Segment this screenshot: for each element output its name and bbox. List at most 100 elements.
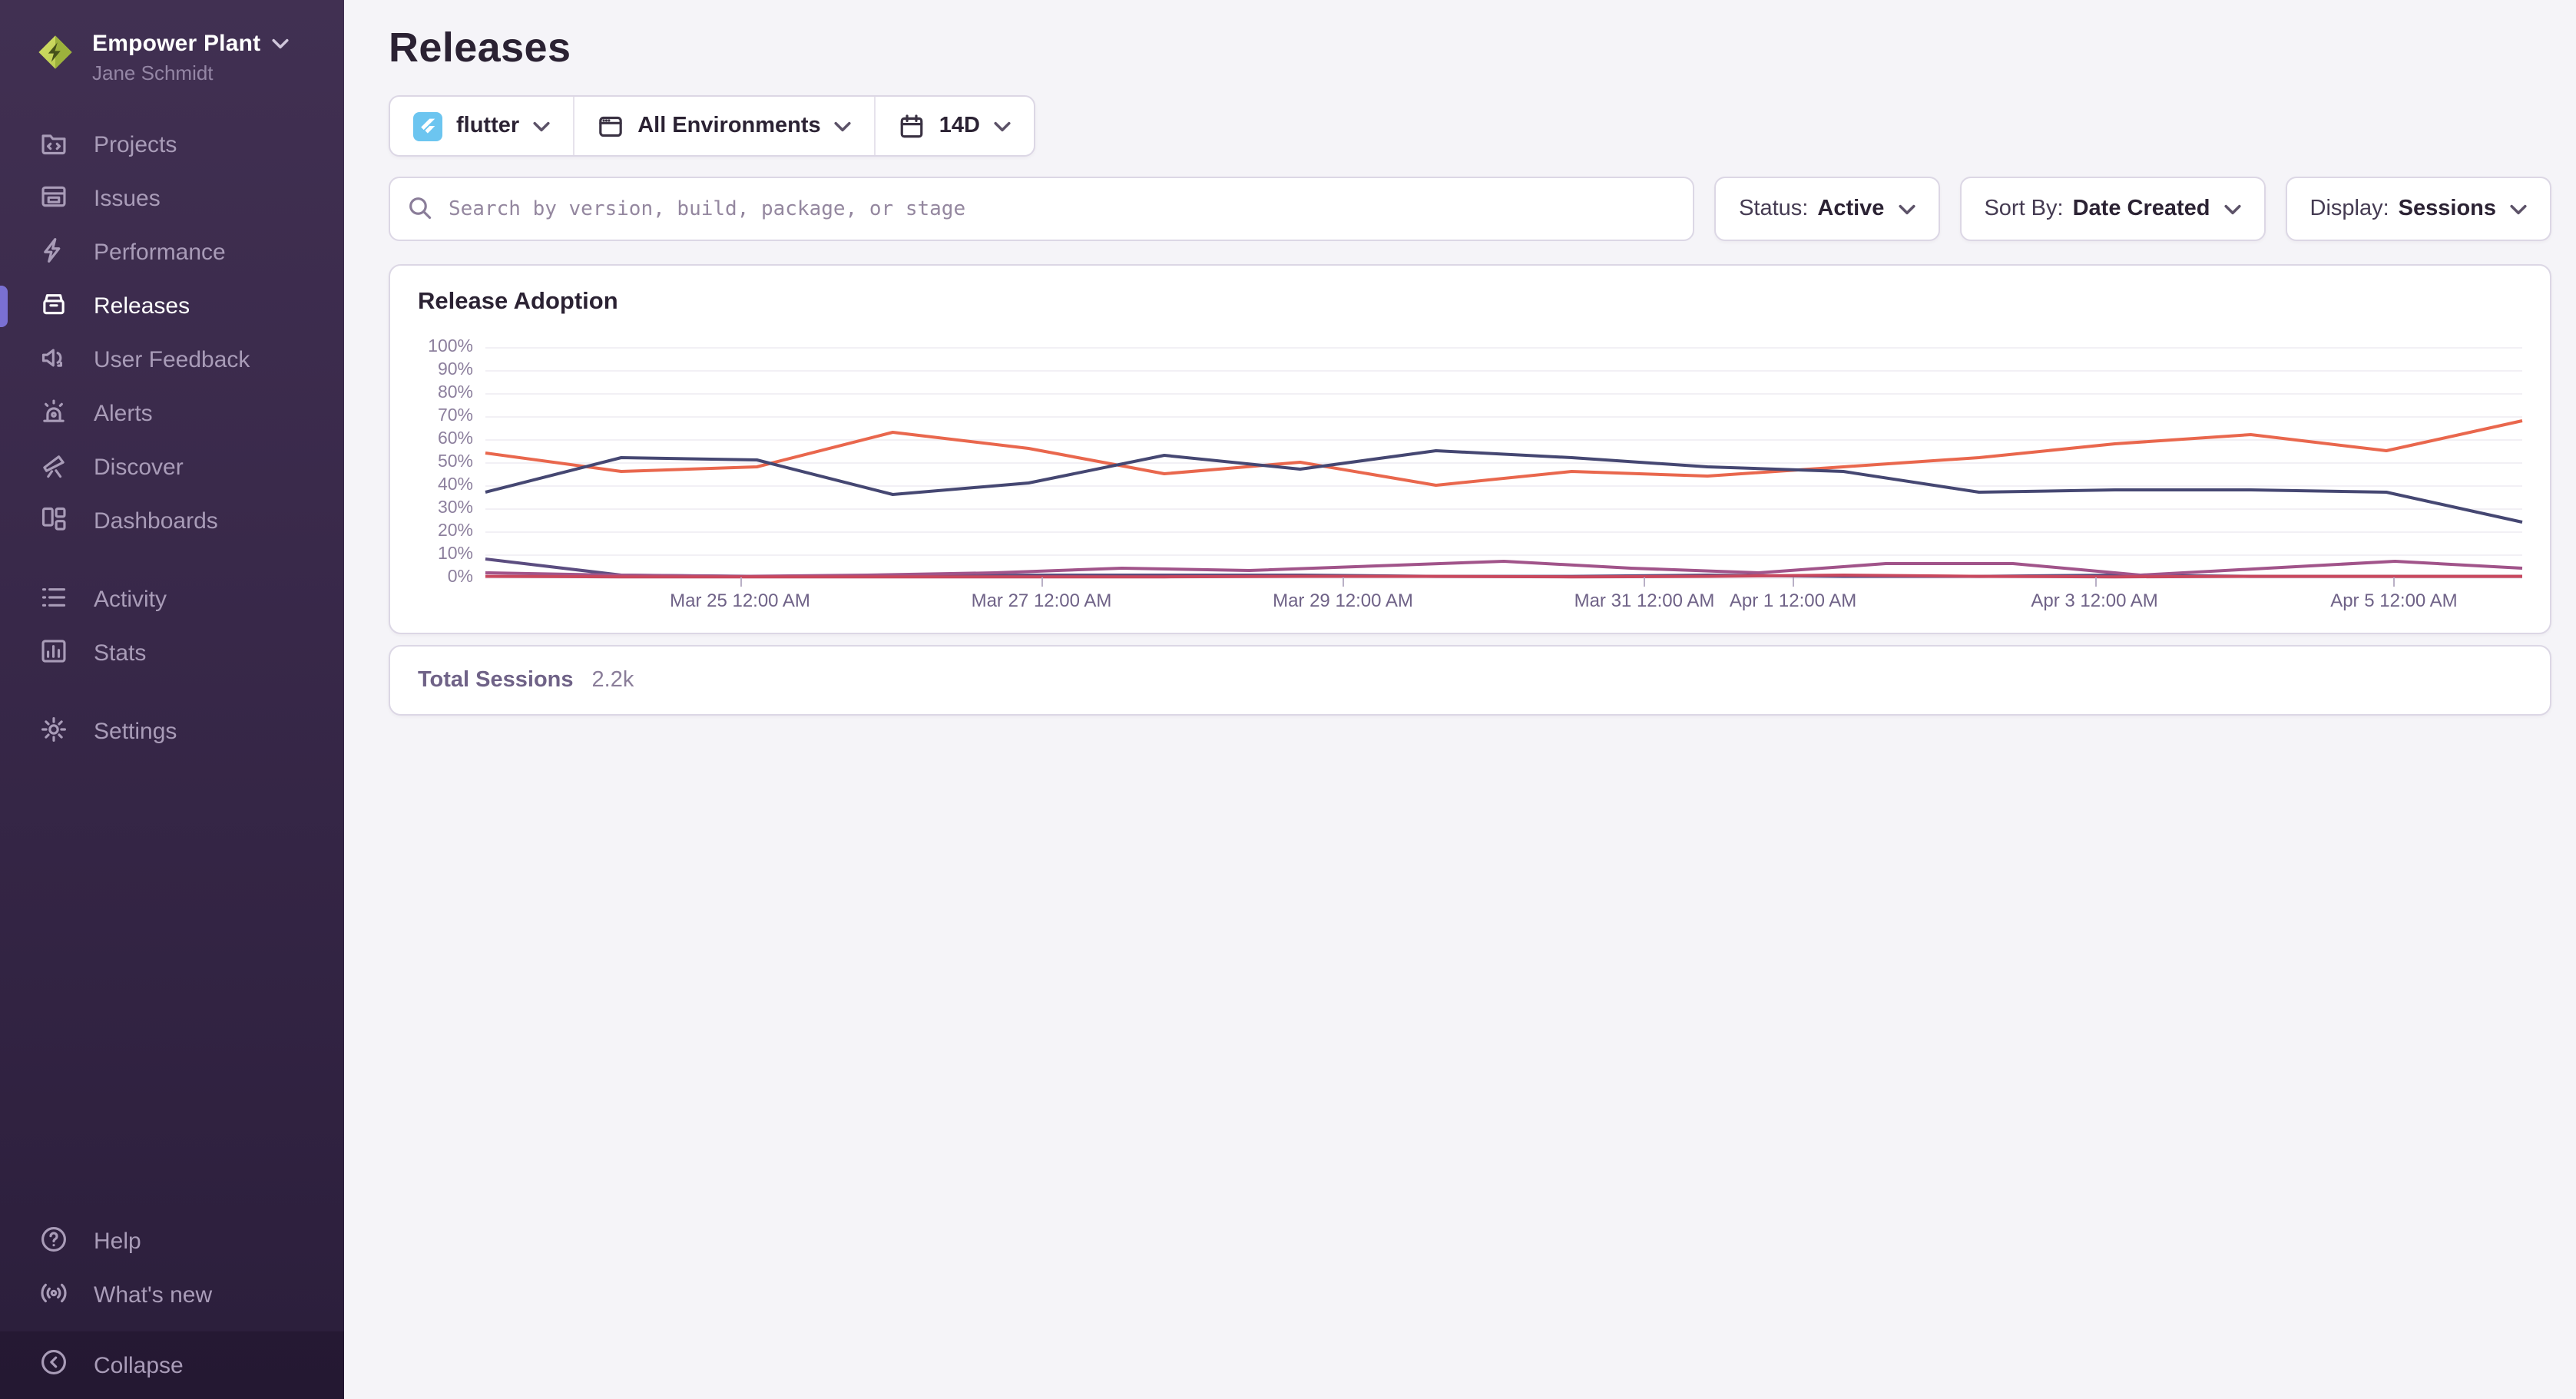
sidebar-item-what-s-new[interactable]: What's new [0, 1268, 344, 1322]
sidebar-item-projects[interactable]: Projects [0, 118, 344, 172]
display-dropdown[interactable]: Display: Sessions [2286, 177, 2552, 241]
chart-plot-area[interactable] [485, 347, 2522, 577]
sidebar-item-label: Releases [94, 293, 190, 319]
window-icon [598, 113, 624, 139]
discover-icon [40, 451, 68, 485]
dashboards-icon [40, 504, 68, 538]
release-adoption-chart-card: Release Adoption 100%90%80%70%60%50%40%3… [389, 264, 2551, 634]
y-tick-label: 50% [438, 453, 473, 471]
page-title: Releases [389, 25, 2551, 72]
y-tick-label: 30% [438, 499, 473, 518]
chevron-down-icon [994, 121, 1011, 131]
sidebar-item-label: Issues [94, 186, 161, 212]
sidebar-item-label: Stats [94, 640, 146, 666]
sidebar-item-label: Help [94, 1229, 141, 1255]
y-tick-label: 70% [438, 407, 473, 425]
calendar-icon [899, 113, 925, 139]
filter-pillbar: flutter All Environments 14D [389, 95, 1035, 157]
org-user: Jane Schmidt [92, 61, 288, 84]
activity-icon [40, 583, 68, 617]
org-switcher[interactable]: Empower Plant Jane Schmidt [0, 0, 344, 84]
sidebar-collapse-band: Collapse [0, 1331, 344, 1399]
y-tick-label: 40% [438, 476, 473, 494]
flutter-icon [413, 111, 442, 141]
sidebar-item-label: Projects [94, 132, 177, 158]
active-indicator [0, 286, 8, 327]
chevron-down-icon [1898, 203, 1915, 214]
x-tick-label: Mar 27 12:00 AM [972, 590, 1112, 611]
whats-new-icon [40, 1278, 68, 1312]
main-content: Releases flutter All Environments 14D [344, 0, 2576, 1399]
y-tick-label: 100% [428, 338, 473, 356]
environment-filter-label: All Environments [637, 114, 821, 138]
help-icon [40, 1225, 68, 1258]
chart-x-axis: Mar 25 12:00 AMMar 27 12:00 AMMar 29 12:… [485, 577, 2522, 623]
sidebar-item-stats[interactable]: Stats [0, 627, 344, 680]
total-sessions-value: 2.2k [592, 668, 634, 693]
chevron-down-icon [271, 38, 288, 49]
collapse-icon [40, 1348, 68, 1382]
sidebar-item-help[interactable]: Help [0, 1215, 344, 1268]
y-tick-label: 60% [438, 430, 473, 448]
release-adoption-navy [485, 451, 2522, 522]
user-feedback-icon [40, 343, 68, 377]
x-tick-label: Mar 25 12:00 AM [670, 590, 810, 611]
y-tick-label: 90% [438, 361, 473, 379]
sidebar-item-performance[interactable]: Performance [0, 226, 344, 279]
sort-by-dropdown[interactable]: Sort By: Date Created [1959, 177, 2265, 241]
y-tick-label: 0% [448, 568, 473, 587]
app-root: Empower Plant Jane Schmidt Projects Issue… [0, 0, 2576, 1399]
sidebar-item-label: User Feedback [94, 347, 250, 373]
y-tick-label: 20% [438, 522, 473, 541]
total-sessions-card: Total Sessions 2.2k [389, 645, 2551, 716]
adoption-line-chart [485, 347, 2522, 577]
sidebar-item-user-feedback[interactable]: User Feedback [0, 333, 344, 387]
total-sessions-label: Total Sessions [418, 668, 574, 693]
x-tick-label: Apr 1 12:00 AM [1730, 590, 1856, 611]
org-name: Empower Plant [92, 31, 260, 57]
project-filter[interactable]: flutter [390, 97, 573, 155]
chevron-down-icon [2224, 203, 2241, 214]
org-logo-icon [37, 34, 74, 71]
issues-icon [40, 182, 68, 216]
sidebar-item-label: Dashboards [94, 508, 218, 534]
status-dropdown-label: Status: [1739, 197, 1808, 221]
releases-icon [40, 289, 68, 323]
performance-icon [40, 236, 68, 270]
sort-by-dropdown-label: Sort By: [1984, 197, 2063, 221]
y-tick-label: 10% [438, 545, 473, 564]
release-adoption-magenta [485, 561, 2522, 577]
sidebar-item-label: What's new [94, 1282, 212, 1308]
sidebar-item-dashboards[interactable]: Dashboards [0, 494, 344, 548]
sidebar-item-releases[interactable]: Releases [0, 279, 344, 333]
alerts-icon [40, 397, 68, 431]
sidebar-item-label: Alerts [94, 401, 153, 427]
sidebar-item-label: Settings [94, 719, 177, 745]
x-tick-label: Apr 5 12:00 AM [2330, 590, 2457, 611]
search-icon [407, 195, 433, 221]
chevron-down-icon [2510, 203, 2527, 214]
chevron-down-icon [533, 121, 550, 131]
sidebar-item-label: Activity [94, 587, 167, 613]
sidebar-item-discover[interactable]: Discover [0, 441, 344, 494]
display-dropdown-label: Display: [2310, 197, 2389, 221]
collapse-button[interactable]: Collapse [0, 1338, 184, 1392]
sidebar-item-settings[interactable]: Settings [0, 705, 344, 759]
sidebar-item-alerts[interactable]: Alerts [0, 387, 344, 441]
sidebar-item-issues[interactable]: Issues [0, 172, 344, 226]
date-range-filter[interactable]: 14D [875, 97, 1034, 155]
release-adoption-crimson [485, 575, 2522, 577]
sidebar-item-label: Discover [94, 455, 184, 481]
sidebar-nav: Projects Issues Performance Releases User Fe… [0, 118, 344, 759]
status-dropdown-value: Active [1817, 197, 1884, 221]
sort-by-dropdown-value: Date Created [2073, 197, 2210, 221]
project-filter-label: flutter [456, 114, 519, 138]
x-tick-label: Apr 3 12:00 AM [2031, 590, 2157, 611]
status-dropdown[interactable]: Status: Active [1714, 177, 1939, 241]
sidebar-item-activity[interactable]: Activity [0, 573, 344, 627]
search-input[interactable] [389, 177, 1694, 241]
chart-y-axis: 100%90%80%70%60%50%40%30%20%10%0% [418, 347, 485, 577]
collapse-label: Collapse [94, 1352, 184, 1378]
stats-icon [40, 637, 68, 670]
environment-filter[interactable]: All Environments [573, 97, 875, 155]
